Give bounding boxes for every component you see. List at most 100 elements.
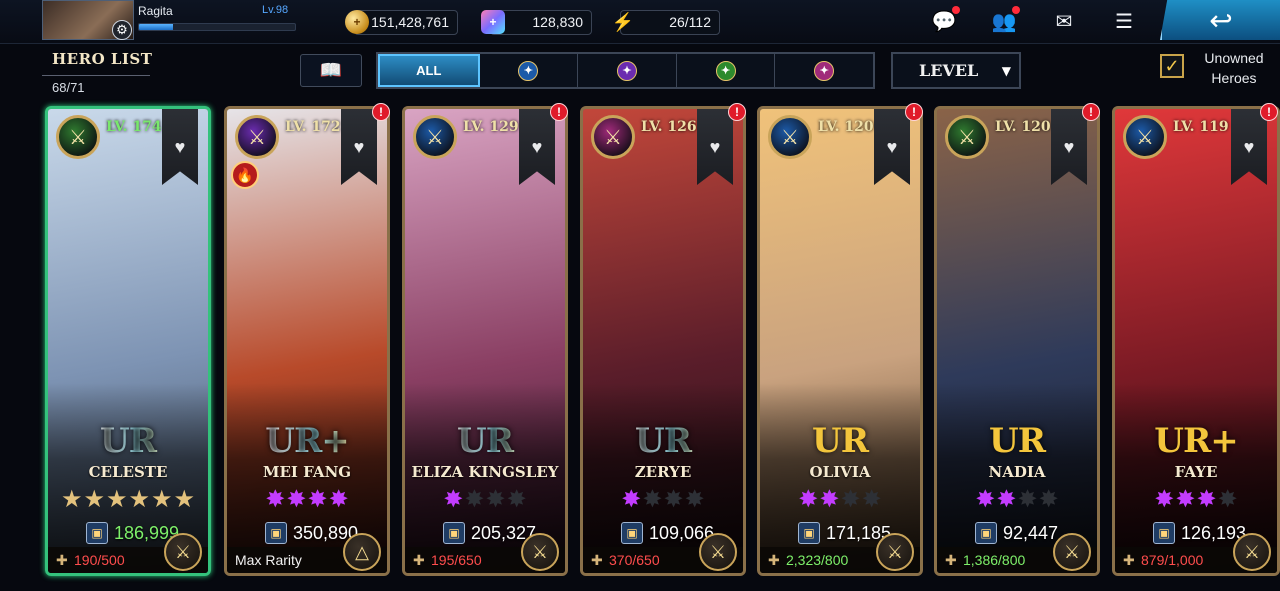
hero-level: LV. 120 <box>818 119 874 135</box>
alert-badge: ! <box>1082 103 1100 121</box>
notification-dot <box>1012 6 1020 14</box>
back-arrow-icon: ↩ <box>1209 4 1233 36</box>
stamina-counter[interactable]: ⚡ 26/112 <box>612 10 720 35</box>
star-rating: ✸ ✸ ✸ ✸ <box>760 487 920 513</box>
gold-coin-icon: + <box>345 10 369 34</box>
hero-name: NADIA <box>988 463 1046 481</box>
rarity-upgrade-icon[interactable]: △ <box>343 533 381 571</box>
tab-ranged-class[interactable]: ✦ <box>677 54 776 87</box>
hero-card[interactable]: ⚔ LV. 174 ♥ UR CELESTE ★ ★ ★ ★ ★ ★ ▣ 186,999 ✚ 190/500… <box>45 106 211 576</box>
star-icon: ✸ <box>1017 486 1038 513</box>
power-icon: ▣ <box>975 522 997 544</box>
back-button[interactable]: ↩ <box>1160 0 1280 40</box>
hero-level: LV. 174 <box>106 119 162 135</box>
hero-card[interactable]: ⚔ LV. 120 ♥ UR OLIVIA ✸ ✸ ✸ ✸ ▣ 171,185 ✚ 2,323/800 ⚔ <box>757 106 923 576</box>
hero-card[interactable]: ⚔ LV. 126 ♥ UR ZERYE ✸ ✸ ✸ ✸ ▣ 109,066 ✚ 370/650 ⚔ <box>580 106 746 576</box>
hero-name: FAYE <box>1174 463 1218 481</box>
gold-value: 151,428,761 <box>371 14 449 30</box>
sort-dropdown[interactable]: LEVEL ▼ <box>891 52 1021 89</box>
alert-badge: ! <box>550 103 568 121</box>
caret-down-icon: ▼ <box>1001 64 1011 78</box>
book-icon: 📖 <box>319 60 343 80</box>
sort-label: LEVEL <box>919 61 979 80</box>
gear-icon[interactable]: ⚙ <box>112 20 132 40</box>
menu-icon[interactable]: ☰ <box>1110 8 1138 34</box>
power-row: ▣ 126,193 <box>1153 522 1246 544</box>
sword-upgrade-icon[interactable]: ⚔ <box>1053 533 1091 571</box>
hero-shards: 2,323/800 <box>786 552 849 568</box>
gem-icon: + <box>481 10 505 34</box>
sword-upgrade-icon[interactable]: ⚔ <box>876 533 914 571</box>
class-badge-icon: ⚔ <box>235 115 279 159</box>
title-divider <box>42 75 150 76</box>
star-icon: ✸ <box>485 486 506 513</box>
star-icon: ✸ <box>1154 486 1175 513</box>
hero-shards: 190/500 <box>74 552 125 568</box>
power-row: ▣ 171,185 <box>798 522 891 544</box>
chat-icon[interactable]: 💬 <box>930 6 960 34</box>
class-badge-icon: ⚔ <box>1123 115 1167 159</box>
class-filter-tabs: ALL ✦ ✦ ✦ ✦ <box>376 52 875 89</box>
power-row: ▣ 92,447 <box>975 522 1058 544</box>
alert-badge: ! <box>728 103 746 121</box>
hero-name: OLIVIA <box>809 463 871 481</box>
xp-bar-fill <box>139 24 174 30</box>
hero-level: LV. 126 <box>641 119 697 135</box>
friends-icon[interactable]: 👥 <box>990 6 1020 34</box>
tab-label: ALL <box>416 63 442 78</box>
notification-dot <box>952 6 960 14</box>
class-badge-icon: ⚔ <box>945 115 989 159</box>
star-icon: ✸ <box>1196 486 1217 513</box>
star-icon: ✸ <box>861 486 882 513</box>
sword-upgrade-icon[interactable]: ⚔ <box>521 533 559 571</box>
hero-shards: 879/1,000 <box>1141 552 1204 568</box>
sword-upgrade-icon[interactable]: ⚔ <box>699 533 737 571</box>
unowned-heroes-label[interactable]: Unowned Heroes <box>1196 48 1272 88</box>
star-icon: ✸ <box>663 486 684 513</box>
sword-upgrade-icon[interactable]: ⚔ <box>164 533 202 571</box>
puzzle-shard-icon: ✚ <box>945 552 957 568</box>
tab-all[interactable]: ALL <box>378 54 480 87</box>
class-badge-icon: ⚔ <box>768 115 812 159</box>
tab-attack-class[interactable]: ✦ <box>480 54 579 87</box>
attack-class-icon: ✦ <box>518 60 539 81</box>
star-rating: ✸ ✸ ✸ ✸ <box>227 487 387 513</box>
ranged-class-icon: ✦ <box>715 60 736 81</box>
star-icon: ✸ <box>286 486 307 513</box>
hero-shards: Max Rarity <box>235 552 302 568</box>
tab-support-class[interactable]: ✦ <box>775 54 873 87</box>
rarity-label: UR <box>583 421 743 461</box>
star-icon: ★ <box>83 486 105 513</box>
hero-card[interactable]: ⚔ LV. 172 ♥ 🔥 UR+ MEI FANG ✸ ✸ ✸ ✸ ▣ 350,890 Max Rar… <box>224 106 390 576</box>
gold-counter[interactable]: + 151,428,761 <box>345 10 458 35</box>
fire-element-icon: 🔥 <box>231 161 259 189</box>
top-bar: ⚙ Ragita Lv.98 + 151,428,761 + 128,830 ⚡… <box>0 0 1280 44</box>
player-level: Lv.98 <box>262 4 289 16</box>
mail-icon[interactable]: ✉ <box>1050 8 1078 34</box>
star-rating: ✸ ✸ ✸ ✸ <box>405 487 565 513</box>
hero-count: 68/71 <box>52 80 85 95</box>
hero-level: LV. 119 <box>1173 119 1229 135</box>
star-rating: ✸ ✸ ✸ ✸ <box>1115 487 1277 513</box>
hero-shards: 1,386/800 <box>963 552 1026 568</box>
tab-magic-class[interactable]: ✦ <box>578 54 677 87</box>
encyclopedia-button[interactable]: 📖 <box>300 54 362 87</box>
rarity-label: UR+ <box>227 421 387 461</box>
hero-shards: 195/650 <box>431 552 482 568</box>
hero-card[interactable]: ⚔ LV. 119 ♥ UR+ FAYE ✸ ✸ ✸ ✸ ▣ 126,193 ✚ 879/1,000 ⚔ <box>1112 106 1280 576</box>
sword-upgrade-icon[interactable]: ⚔ <box>1233 533 1271 571</box>
hero-level: LV. 120 <box>995 119 1051 135</box>
power-row: ▣ 109,066 <box>621 522 714 544</box>
star-icon: ✸ <box>621 486 642 513</box>
star-rating: ★ ★ ★ ★ ★ ★ <box>48 487 208 513</box>
rarity-label: UR <box>48 421 208 461</box>
star-rating: ✸ ✸ ✸ ✸ <box>937 487 1097 513</box>
star-icon: ✸ <box>1038 486 1059 513</box>
hero-card[interactable]: ⚔ LV. 129 ♥ UR ELIZA KINGSLEY ✸ ✸ ✸ ✸ ▣ 205,327 ✚ 19… <box>402 106 568 576</box>
class-badge-icon: ⚔ <box>56 115 100 159</box>
gem-counter[interactable]: + 128,830 <box>481 10 592 35</box>
hero-card[interactable]: ⚔ LV. 120 ♥ UR NADIA ✸ ✸ ✸ ✸ ▣ 92,447 ✚ 1,386/800 ⚔ <box>934 106 1100 576</box>
unowned-heroes-checkbox[interactable]: ✓ <box>1160 54 1184 78</box>
star-icon: ✸ <box>265 486 286 513</box>
puzzle-shard-icon: ✚ <box>768 552 780 568</box>
